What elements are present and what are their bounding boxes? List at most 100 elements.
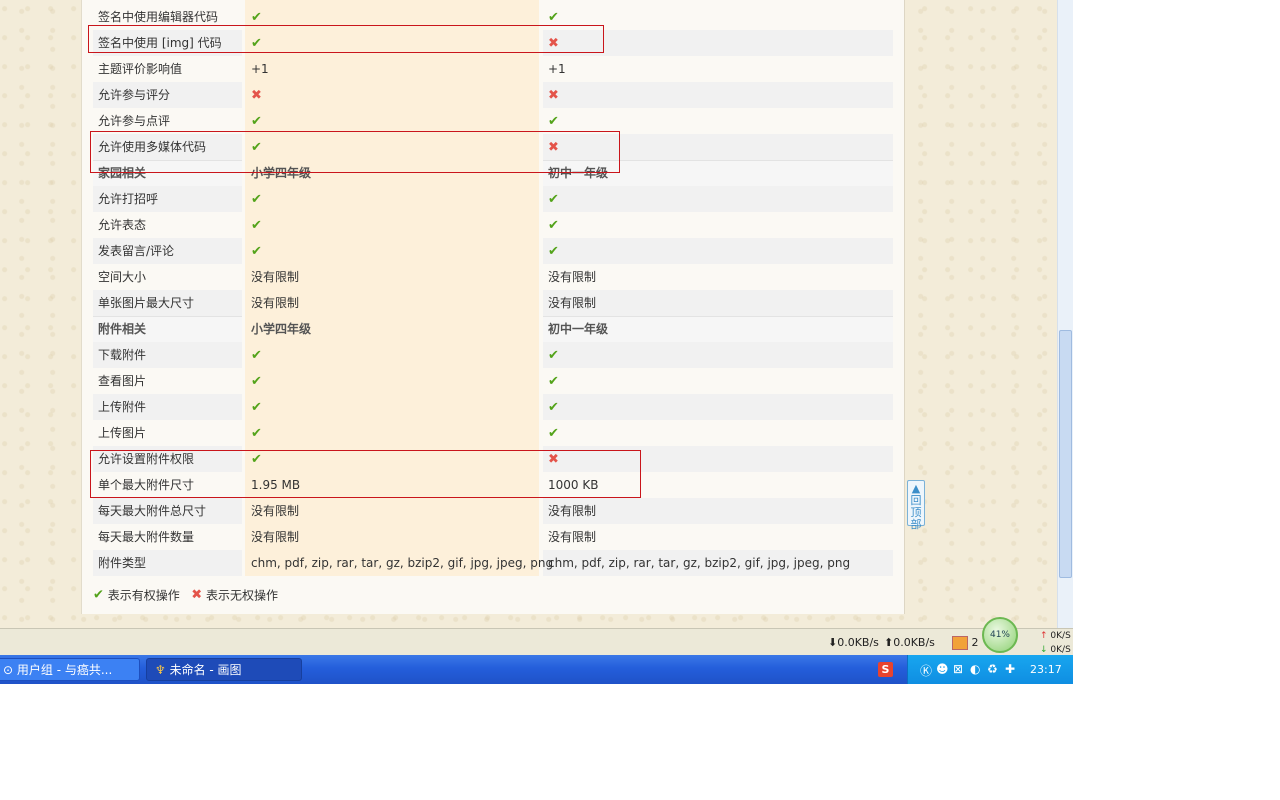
network-icon[interactable]: ⊠ bbox=[953, 662, 963, 676]
memory-gauge[interactable]: 41% bbox=[982, 617, 1018, 653]
table-row: 下载附件 ✔ ✔ bbox=[93, 342, 893, 368]
row-label: 允许表态 bbox=[98, 218, 147, 232]
compare-group-value-cell: ✔ bbox=[543, 238, 893, 264]
current-group-value-cell: 没有限制 bbox=[245, 290, 539, 316]
table-row: 主题评价影响值 +1 +1 bbox=[93, 56, 893, 82]
arrow-down-icon: ⬇ bbox=[828, 636, 838, 649]
row-label: 每天最大附件总尺寸 bbox=[98, 504, 207, 518]
taskbar-item-paint[interactable]: ♆ 未命名 - 画图 bbox=[146, 658, 302, 681]
table-row: 允许参与评分 ✖ ✖ bbox=[93, 82, 893, 108]
clock[interactable]: 23:17 bbox=[1030, 655, 1062, 684]
row-label-cell: 上传附件 bbox=[93, 394, 242, 420]
row-label-cell: 允许表态 bbox=[93, 212, 242, 238]
check-icon: ✔ bbox=[548, 400, 559, 415]
current-group-value-cell: 没有限制 bbox=[245, 498, 539, 524]
check-icon: ✔ bbox=[251, 244, 262, 259]
compare-group-value-cell: ✔ bbox=[543, 212, 893, 238]
legend-no-label: 表示无权操作 bbox=[205, 588, 278, 603]
table-row: 查看图片 ✔ ✔ bbox=[93, 368, 893, 394]
qq-icon[interactable]: ☻ bbox=[936, 662, 949, 676]
row-label-cell: 每天最大附件数量 bbox=[93, 524, 242, 550]
compare-group-value: 没有限制 bbox=[548, 270, 597, 284]
highlight-box-attachment bbox=[90, 450, 641, 498]
table-row: 附件类型 chm, pdf, zip, rar, tar, gz, bzip2, … bbox=[93, 550, 893, 576]
row-label: 查看图片 bbox=[98, 374, 147, 388]
row-label: 允许参与评分 bbox=[98, 88, 171, 102]
check-icon: ✔ bbox=[251, 348, 262, 363]
table-row: 上传附件 ✔ ✔ bbox=[93, 394, 893, 420]
check-icon: ✔ bbox=[251, 218, 262, 233]
row-label-cell: 下载附件 bbox=[93, 342, 242, 368]
compare-group-value: +1 bbox=[548, 62, 566, 76]
check-icon: ✔ bbox=[251, 10, 262, 25]
compare-group-value-cell: +1 bbox=[543, 56, 893, 82]
current-group-value-cell: 没有限制 bbox=[245, 524, 539, 550]
row-label: 单张图片最大尺寸 bbox=[98, 296, 195, 310]
back-to-top-button[interactable]: ▲ 回顶部 bbox=[907, 480, 925, 531]
block-icon bbox=[952, 636, 968, 650]
notification-area[interactable]: 2 bbox=[952, 629, 979, 656]
row-label: 附件类型 bbox=[98, 556, 147, 570]
compare-group-value-cell: 没有限制 bbox=[543, 498, 893, 524]
current-group-value-cell: ✔ bbox=[245, 186, 539, 212]
compare-group-value: chm, pdf, zip, rar, tar, gz, bzip2, gif,… bbox=[548, 556, 851, 570]
browser-viewport: 签名中使用编辑器代码 ✔ ✔ 签名中使用 [img] 代码 ✔ ✖ 主题评价影响值 +1 +1 允… bbox=[0, 0, 1073, 684]
vertical-scrollbar[interactable] bbox=[1057, 0, 1073, 628]
row-label-cell: 空间大小 bbox=[93, 264, 242, 290]
table-row: 发表留言/评论 ✔ ✔ bbox=[93, 238, 893, 264]
current-group-value-cell: chm, pdf, zip, rar, tar, gz, bzip2, gif,… bbox=[245, 550, 553, 576]
compare-group-value-cell: 没有限制 bbox=[543, 264, 893, 290]
compare-group-value-cell: ✔ bbox=[543, 420, 893, 446]
row-label: 上传附件 bbox=[98, 400, 147, 414]
row-label-cell: 主题评价影响值 bbox=[93, 56, 242, 82]
current-group-value: +1 bbox=[251, 62, 269, 76]
row-label-cell: 发表留言/评论 bbox=[93, 238, 242, 264]
compare-group-value-cell: ✔ bbox=[543, 368, 893, 394]
check-icon: ✔ bbox=[548, 218, 559, 233]
paint-icon: ♆ bbox=[155, 663, 166, 677]
taskbar-item-browser[interactable]: ⊙ 用户组 - 与癌共... bbox=[0, 658, 140, 681]
current-group-value: 没有限制 bbox=[251, 504, 300, 518]
arrow-up-icon: ⬆ bbox=[884, 636, 894, 649]
current-group-value-cell: ✔ bbox=[245, 394, 539, 420]
row-label-cell: 附件类型 bbox=[93, 550, 242, 576]
table-row: 空间大小 没有限制 没有限制 bbox=[93, 264, 893, 290]
current-group-value: 没有限制 bbox=[251, 270, 300, 284]
row-label: 上传图片 bbox=[98, 426, 147, 440]
check-icon: ✔ bbox=[548, 348, 559, 363]
sogou-input-icon[interactable]: S bbox=[878, 662, 893, 677]
row-label: 下载附件 bbox=[98, 348, 147, 362]
row-label-cell: 附件相关 bbox=[93, 316, 242, 342]
permission-legend: ✔ 表示有权操作 ✖ 表示无权操作 bbox=[93, 586, 278, 604]
row-label: 主题评价影响值 bbox=[98, 62, 183, 76]
highlight-box-img-code bbox=[88, 25, 604, 53]
scrollbar-thumb[interactable] bbox=[1059, 330, 1072, 578]
current-group-value-cell: 没有限制 bbox=[245, 264, 539, 290]
table-group-header: 附件相关 小学四年级 初中一年级 bbox=[93, 316, 893, 343]
compare-group-value: 初中一年级 bbox=[548, 322, 609, 336]
compare-group-value-cell: ✔ bbox=[543, 186, 893, 212]
current-group-value-cell: 小学四年级 bbox=[245, 316, 539, 342]
compare-group-value-cell: 没有限制 bbox=[543, 290, 893, 316]
volume-icon[interactable]: ◐ bbox=[970, 662, 980, 676]
current-group-value: chm, pdf, zip, rar, tar, gz, bzip2, gif,… bbox=[251, 556, 554, 570]
cross-icon: ✖ bbox=[548, 88, 559, 103]
current-group-value-cell: ✔ bbox=[245, 368, 539, 394]
check-icon: ✔ bbox=[251, 400, 262, 415]
current-group-value: 没有限制 bbox=[251, 296, 300, 310]
system-tray: Ⓚ ☻ ⊠ ◐ ♻ ✚ 23:17 bbox=[907, 655, 1073, 684]
cross-icon: ✖ bbox=[191, 587, 203, 603]
security-icon[interactable]: ✚ bbox=[1005, 662, 1015, 676]
row-label-cell: 允许打招呼 bbox=[93, 186, 242, 212]
check-icon: ✔ bbox=[548, 244, 559, 259]
browser-statusbar: ⬇0.0KB/s ⬆0.0KB/s 2 ↑ 0K/S ↓ 0K/S bbox=[0, 628, 1073, 656]
update-icon[interactable]: ♻ bbox=[987, 662, 998, 676]
current-group-value-cell: +1 bbox=[245, 56, 539, 82]
k-icon[interactable]: Ⓚ bbox=[920, 662, 932, 679]
browser-icon: ⊙ bbox=[3, 663, 14, 677]
check-icon: ✔ bbox=[251, 192, 262, 207]
table-row: 允许打招呼 ✔ ✔ bbox=[93, 186, 893, 212]
upload-speed: ⬆0.0KB/s bbox=[884, 636, 935, 649]
compare-group-value: 没有限制 bbox=[548, 504, 597, 518]
compare-group-value-cell: 没有限制 bbox=[543, 524, 893, 550]
